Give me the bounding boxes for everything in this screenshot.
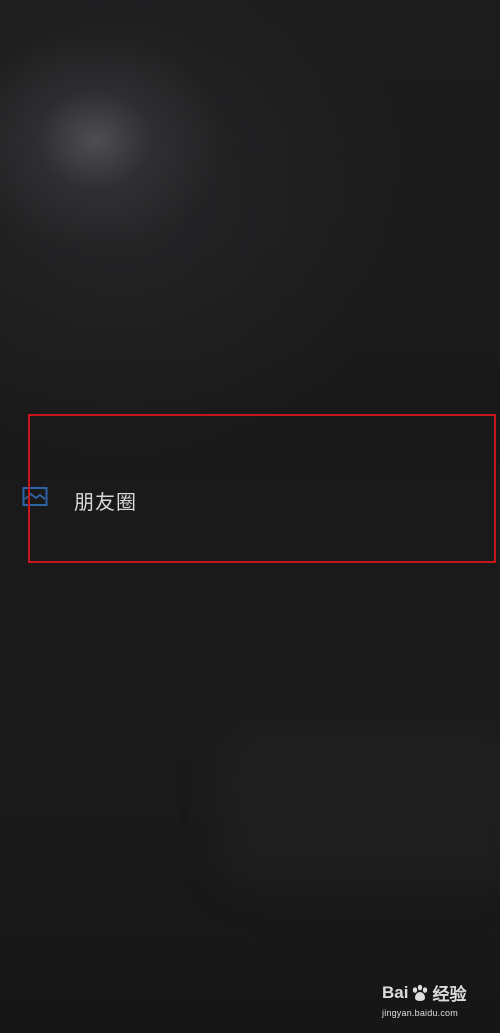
watermark-logo-left: Bai (382, 982, 409, 1002)
background-blur (220, 730, 500, 890)
watermark-url: jingyan.baidu.com (382, 1008, 458, 1018)
paw-icon (410, 984, 430, 1002)
watermark-logo: Bai 经验 (382, 980, 494, 1005)
app-background: 朋友圈 Bai 经验 jingyan.baidu.com (0, 0, 500, 1033)
watermark-logo-right: 经验 (432, 985, 467, 1004)
highlight-annotation-box (28, 414, 496, 563)
baidu-jingyan-watermark: Bai 经验 jingyan.baidu.com (382, 980, 494, 1026)
